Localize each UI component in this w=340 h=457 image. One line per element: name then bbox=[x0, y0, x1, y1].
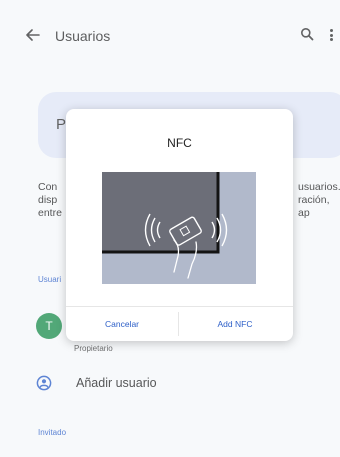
nfc-dialog: NFC Cancelar Add NFC bbox=[66, 109, 293, 341]
add-nfc-button[interactable]: Add NFC bbox=[179, 307, 291, 341]
dialog-title: NFC bbox=[167, 136, 192, 150]
users-screen: Usuarios P Con disp entre usuarios. raci… bbox=[0, 0, 340, 457]
nfc-tap-card-illustration bbox=[102, 172, 256, 284]
cancel-button[interactable]: Cancelar bbox=[66, 307, 178, 341]
